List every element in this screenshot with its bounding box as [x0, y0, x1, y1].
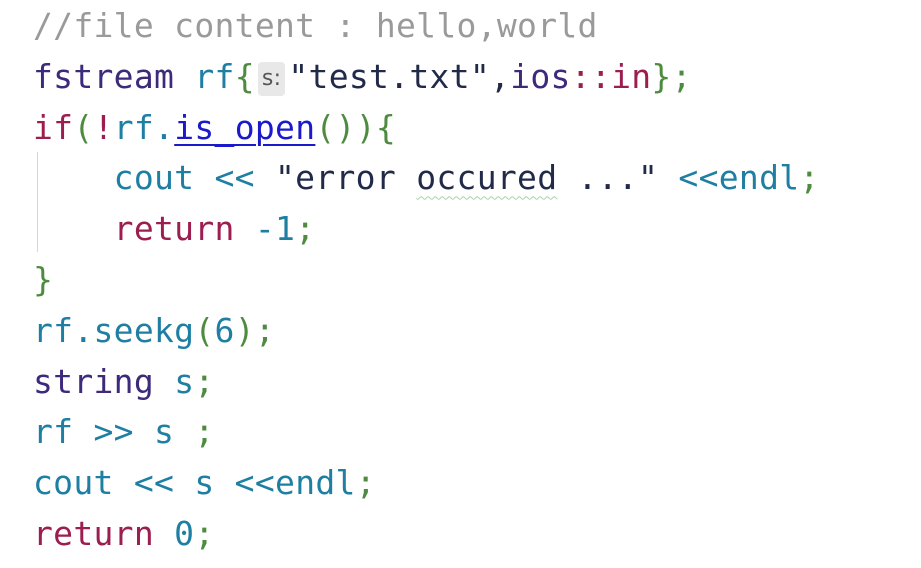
code-token: -1	[234, 209, 296, 249]
code-token: (	[73, 107, 94, 147]
code-token: string	[33, 361, 155, 401]
code-token: occured	[416, 158, 558, 198]
code-editor[interactable]: //file content : hello,world fstream rf{s…	[0, 0, 921, 568]
code-token: in	[611, 56, 652, 96]
code-token: 0	[154, 514, 195, 553]
code-line[interactable]: cout << "error occured ..." <<endl;	[33, 153, 820, 203]
parameter-hint: s:	[257, 61, 286, 96]
code-token: <<	[658, 158, 719, 198]
code-token: <<	[113, 463, 195, 503]
code-line[interactable]: //file content : hello,world	[33, 1, 598, 51]
code-token: s	[154, 412, 175, 452]
code-token: //file content : hello,world	[33, 6, 598, 45]
code-line[interactable]: }	[33, 255, 53, 305]
code-token: endl	[718, 158, 800, 198]
code-line[interactable]: return -1;	[33, 204, 315, 254]
code-token: .	[73, 310, 94, 350]
code-token: seekg	[93, 310, 195, 350]
code-line[interactable]: if(!rf.is_open()){	[33, 103, 396, 153]
code-token: "error	[275, 158, 417, 198]
code-token: )	[234, 310, 255, 350]
code-token: ios	[510, 56, 571, 96]
code-token: s	[194, 463, 215, 503]
code-line[interactable]: cout << s <<endl;	[33, 458, 376, 508]
code-token: ;	[799, 158, 820, 198]
code-token: ::	[570, 56, 612, 96]
code-token: 6	[214, 310, 235, 350]
code-token: (	[194, 310, 215, 350]
code-token: ;	[194, 361, 215, 401]
code-token: cout	[113, 158, 195, 198]
code-token: )	[355, 107, 376, 147]
code-token: endl	[275, 463, 356, 503]
code-line[interactable]: return 0;	[33, 509, 215, 559]
code-token: }	[33, 260, 54, 299]
code-token: .	[154, 107, 175, 147]
code-line[interactable]: rf.seekg(6);	[33, 306, 275, 356]
code-token: ;	[671, 56, 692, 96]
code-token: fstream	[33, 56, 175, 96]
code-token: <<	[214, 463, 276, 503]
code-token: >>	[73, 412, 155, 452]
code-token: ;	[174, 412, 215, 452]
code-token: }	[651, 56, 672, 96]
code-token: if	[33, 107, 74, 147]
code-token: ..."	[557, 158, 659, 198]
code-token: rf	[194, 56, 235, 96]
code-token: return	[33, 514, 155, 553]
code-token: s	[174, 361, 195, 401]
code-token: return	[113, 209, 235, 249]
code-token: <<	[194, 158, 276, 198]
code-token: rf	[33, 412, 74, 452]
code-line[interactable]: string s;	[33, 357, 215, 407]
code-token: ;	[295, 209, 316, 249]
code-token: cout	[33, 463, 114, 503]
code-token: ,	[490, 56, 511, 96]
code-line[interactable]: rf >> s ;	[33, 407, 215, 457]
code-token: rf	[33, 310, 74, 350]
code-token: {	[234, 56, 255, 96]
code-line[interactable]: fstream rf{s: "test.txt",ios::in};	[33, 52, 692, 102]
code-token: ;	[194, 514, 215, 553]
code-token: !	[93, 107, 114, 147]
code-token: {	[375, 107, 397, 147]
code-token: ;	[254, 310, 276, 350]
code-token: "test.txt"	[288, 56, 491, 96]
symbol-link[interactable]: is_open	[174, 108, 315, 147]
code-token: rf	[113, 107, 155, 147]
code-token: ()	[315, 107, 356, 147]
code-token: ;	[355, 463, 376, 503]
